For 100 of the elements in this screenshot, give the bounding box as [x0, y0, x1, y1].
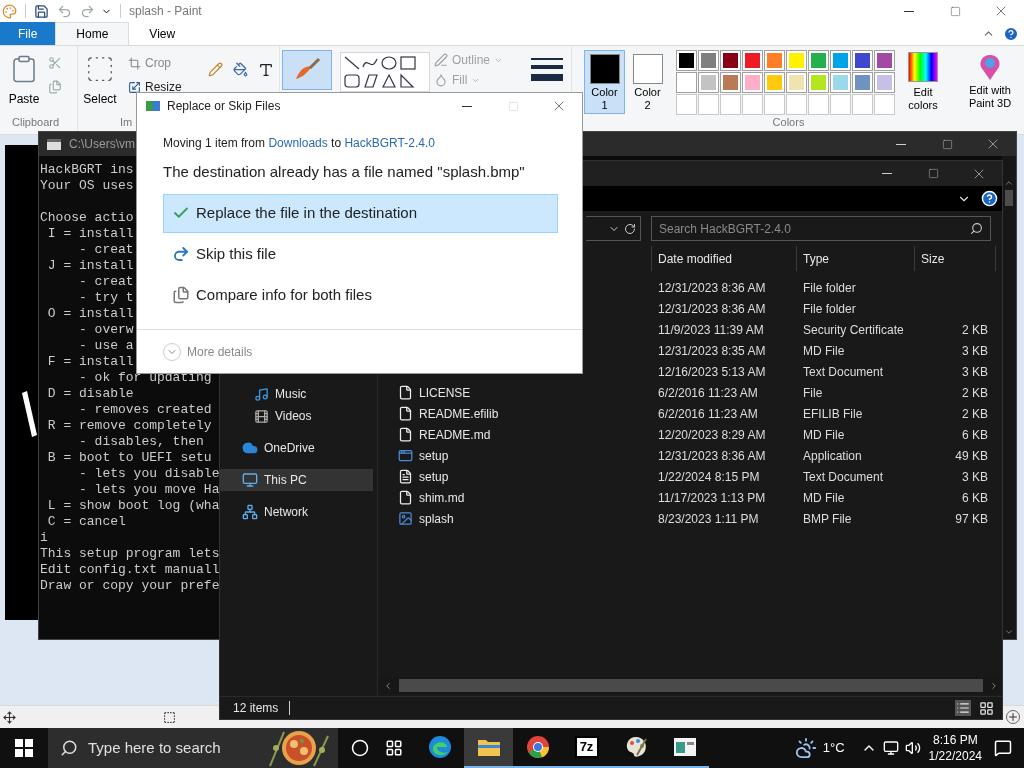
temperature[interactable]: 1°C — [822, 738, 845, 758]
redo-icon[interactable] — [80, 3, 95, 19]
line-size-icon[interactable] — [530, 58, 563, 84]
search-field[interactable]: Search HackBGRT-2.4.0 — [651, 216, 991, 241]
minus-icon — [882, 173, 892, 174]
palette-swatch[interactable] — [808, 72, 829, 93]
weather-icon[interactable] — [794, 737, 817, 759]
paste-button[interactable]: Paste — [0, 50, 48, 116]
scrollbar-thumb[interactable] — [1005, 190, 1013, 206]
option-button[interactable]: Skip this file — [163, 234, 558, 274]
refresh-icon[interactable] — [624, 222, 636, 235]
palette-swatch[interactable] — [852, 72, 873, 93]
console-line: F = install — [46, 354, 134, 370]
date-cell: 12/31/2023 8:35 AM — [658, 343, 766, 358]
file-name[interactable]: shim.md — [419, 488, 465, 507]
destination-link[interactable]: HackBGRT-2.4.0 — [344, 136, 435, 150]
resize-button[interactable]: Resize — [128, 78, 182, 96]
select-button[interactable]: Select — [78, 50, 122, 116]
scroll-up-icon[interactable] — [1004, 178, 1014, 188]
file-name[interactable]: README.efilib — [419, 404, 499, 423]
scroll-left-icon[interactable] — [383, 680, 393, 691]
notifications-button[interactable] — [994, 739, 1012, 757]
edit-colors-button[interactable]: Edit colors — [901, 50, 945, 116]
palette-swatch[interactable] — [786, 50, 807, 71]
option-button[interactable]: Compare info for both files — [163, 275, 558, 315]
task-view-button[interactable] — [385, 739, 403, 757]
palette-swatch[interactable] — [742, 50, 763, 71]
cortana-button[interactable] — [351, 739, 369, 757]
column-header[interactable]: Size — [914, 246, 996, 271]
fill-bucket-icon[interactable] — [233, 62, 248, 77]
file-name[interactable]: setup — [419, 467, 449, 486]
palette-swatch[interactable] — [698, 72, 719, 93]
column-header[interactable]: Type — [796, 246, 914, 271]
console-line: Draw or copy your prefe — [40, 578, 220, 594]
palette-swatch[interactable] — [720, 72, 741, 93]
nav-item[interactable]: This PC — [220, 469, 373, 491]
brushes-button[interactable] — [282, 50, 332, 90]
column-header[interactable]: Date modified — [651, 246, 796, 271]
square-icon — [927, 168, 939, 179]
zoom-in-button[interactable] — [1006, 710, 1020, 724]
scrollbar-thumb[interactable] — [399, 679, 983, 692]
palette-swatch[interactable] — [764, 50, 785, 71]
chrome-icon — [525, 735, 550, 759]
palette-swatch[interactable] — [830, 50, 851, 71]
option-button[interactable]: Replace the file in the destination — [163, 193, 558, 233]
type-cell: EFILIB File — [803, 406, 863, 421]
move-info: Moving 1 item from Downloads to HackBGRT-2.4.0 — [163, 135, 435, 152]
address-field[interactable] — [586, 216, 641, 241]
console-line: - creat — [78, 242, 134, 258]
volume-icon[interactable] — [904, 740, 921, 756]
console-line: R = remove completely — [46, 418, 212, 434]
scroll-right-icon[interactable] — [989, 680, 999, 691]
palette-swatch[interactable] — [874, 50, 895, 71]
file-name[interactable]: setup — [419, 446, 449, 465]
palette-swatch[interactable] — [698, 50, 719, 71]
taskbar-app-button[interactable] — [464, 728, 513, 768]
color-slot-button[interactable]: Color 2 — [627, 50, 668, 114]
palette-swatch[interactable] — [852, 50, 873, 71]
palette-swatch[interactable] — [676, 72, 697, 93]
palette-swatch[interactable] — [764, 72, 785, 93]
size-cell-text: 6 KB — [962, 489, 988, 507]
console-line: B = boot to UEFI setu — [46, 450, 212, 466]
save-icon[interactable] — [34, 3, 49, 19]
taskbar-app-button[interactable]: 7z — [562, 728, 611, 768]
file-name[interactable]: splash — [419, 509, 454, 528]
pencil-icon[interactable] — [208, 62, 223, 77]
clock[interactable]: 8:16 PM 1/22/2024 — [928, 732, 982, 764]
paint-3d-button[interactable]: Edit with Paint 3D — [957, 46, 1023, 118]
taskbar-search-field[interactable]: Type here to search — [48, 728, 338, 768]
file-name[interactable]: README.md — [419, 425, 491, 444]
nav-item[interactable]: Videos — [220, 405, 373, 427]
undo-icon[interactable] — [57, 3, 72, 19]
file-menu-button[interactable]: File — [0, 22, 56, 45]
nav-item[interactable]: Music — [220, 383, 373, 405]
color-slot-button[interactable]: Color 1 — [584, 50, 625, 114]
cut-icon[interactable] — [48, 56, 62, 70]
palette-swatch[interactable] — [830, 72, 851, 93]
ribbon-tab[interactable]: View — [129, 23, 196, 45]
network-status-icon[interactable] — [882, 740, 899, 756]
window-title: splash - Paint — [129, 3, 202, 20]
palette-swatch[interactable] — [786, 72, 807, 93]
scroll-down-icon[interactable] — [1004, 627, 1014, 637]
palette-swatch[interactable] — [676, 50, 697, 71]
palette-swatch[interactable] — [742, 72, 763, 93]
help-icon[interactable] — [981, 190, 998, 207]
palette-swatch[interactable] — [720, 50, 741, 71]
square-icon — [507, 100, 519, 112]
palette-swatch[interactable] — [808, 50, 829, 71]
file-name[interactable]: LICENSE — [419, 383, 471, 402]
palette-swatch[interactable] — [874, 72, 895, 93]
ribbon-tab[interactable]: Home — [55, 22, 130, 45]
copy-icon[interactable] — [48, 80, 62, 94]
more-details-button[interactable]: More details — [163, 342, 253, 361]
tiles-view-button[interactable] — [979, 700, 994, 716]
nav-item[interactable]: OneDrive — [220, 437, 373, 459]
nav-item[interactable]: Network — [220, 501, 373, 523]
source-link[interactable]: Downloads — [268, 136, 328, 150]
type-cell: Security Certificate — [803, 322, 904, 337]
details-view-button[interactable] — [955, 700, 971, 716]
text-tool-icon[interactable] — [258, 62, 274, 78]
